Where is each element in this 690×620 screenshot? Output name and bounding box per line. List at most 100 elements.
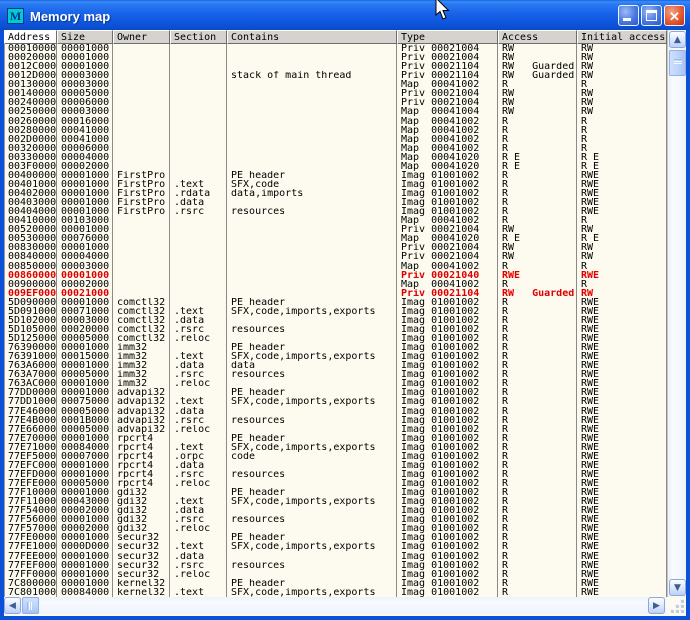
cell-initial: RWE xyxy=(578,325,667,334)
column-header-type[interactable]: Type xyxy=(397,30,498,44)
table-row[interactable]: 77E4B0000001B000advapi32.rsrcresourcesIm… xyxy=(5,416,667,425)
column-header-contains[interactable]: Contains xyxy=(227,30,397,44)
table-row[interactable]: 0040000000001000FirstProPE headerImag 01… xyxy=(5,171,667,180)
cell-address: 77E4B000 xyxy=(5,416,58,425)
maximize-button[interactable] xyxy=(641,5,662,26)
close-button[interactable]: ✕ xyxy=(664,5,685,26)
table-row[interactable]: 002D000000041000Map 00041002RR xyxy=(5,135,667,144)
table-row[interactable]: 77FEF00000001000secur32.rsrcresourcesIma… xyxy=(5,561,667,570)
table-row[interactable]: 5D10200000003000comctl32.dataImag 010010… xyxy=(5,316,667,325)
table-row[interactable]: 003F000000002000Map 00041020R ER E xyxy=(5,162,667,171)
memory-map-table[interactable]: 0001000000001000Priv 00021004RWRW0002000… xyxy=(4,44,667,597)
minimize-icon xyxy=(623,18,631,21)
table-row[interactable]: 77FE000000001000secur32PE headerImag 010… xyxy=(5,533,667,542)
cell-section xyxy=(171,298,228,307)
column-header-owner[interactable]: Owner xyxy=(113,30,170,44)
table-row[interactable]: 5D09100000071000comctl32.textSFX,code,im… xyxy=(5,307,667,316)
table-row[interactable]: 77EFD00000001000rpcrt4.rsrcresourcesImag… xyxy=(5,470,667,479)
cell-initial: RW xyxy=(578,98,667,107)
cell-initial: RWE xyxy=(578,334,667,343)
minimize-button[interactable] xyxy=(618,5,639,26)
table-row[interactable]: 0014000000005000Priv 00021004RWRW xyxy=(5,89,667,98)
table-row[interactable]: 0025000000003000Map 00041004RWRW xyxy=(5,107,667,116)
table-row[interactable]: 77EFC00000001000rpcrt4.dataImag 01001002… xyxy=(5,461,667,470)
table-row[interactable]: 0026000000016000Map 00041002RR xyxy=(5,117,667,126)
table-row[interactable]: 77F5600000001000gdi32.rsrcresourcesImag … xyxy=(5,515,667,524)
table-row[interactable]: 0041000000103000Map 00041002RR xyxy=(5,216,667,225)
table-row[interactable]: 009EF00000021000Priv 00021104RW GuardedR… xyxy=(5,289,667,298)
table-row[interactable]: 5D12500000005000comctl32.relocImag 01001… xyxy=(5,334,667,343)
table-row[interactable]: 77F1000000001000gdi32PE headerImag 01001… xyxy=(5,488,667,497)
table-row[interactable]: 0084000000004000Priv 00021004RWRW xyxy=(5,252,667,261)
cell-contains xyxy=(228,98,398,107)
table-row[interactable]: 77E6600000005000advapi32.relocImag 01001… xyxy=(5,425,667,434)
table-row[interactable]: 7C80000000001000kernel32PE headerImag 01… xyxy=(5,579,667,588)
vertical-scroll-thumb[interactable] xyxy=(669,50,686,76)
cell-initial: RWE xyxy=(578,524,667,533)
table-row[interactable]: 0002000000001000Priv 00021004RWRW xyxy=(5,53,667,62)
table-row[interactable]: 0040300000001000FirstPro.dataImag 010010… xyxy=(5,198,667,207)
titlebar[interactable]: M Memory map ✕ xyxy=(0,0,690,30)
table-row[interactable]: 0033000000004000Map 00041020R ER E xyxy=(5,153,667,162)
cell-address: 5D102000 xyxy=(5,316,58,325)
table-row[interactable]: 77DD100000075000advapi32.textSFX,code,im… xyxy=(5,397,667,406)
scroll-down-button[interactable]: ▼ xyxy=(669,579,686,596)
table-row[interactable]: 0085000000003000Map 00041002RR xyxy=(5,262,667,271)
table-row[interactable]: 7639000000001000imm32PE headerImag 01001… xyxy=(5,343,667,352)
table-row[interactable]: 7639100000015000imm32.textSFX,code,impor… xyxy=(5,352,667,361)
cell-contains: SFX,code,imports,exports xyxy=(228,352,398,361)
column-header-section[interactable]: Section xyxy=(170,30,227,44)
table-row[interactable]: 77DD000000001000advapi32PE headerImag 01… xyxy=(5,388,667,397)
table-row[interactable]: 763A700000005000imm32.rsrcresourcesImag … xyxy=(5,370,667,379)
table-row[interactable]: 0083000000001000Priv 00021004RWRW xyxy=(5,243,667,252)
table-row[interactable]: 0040200000001000FirstPro.rdatadata,impor… xyxy=(5,189,667,198)
scroll-up-button[interactable]: ▲ xyxy=(669,31,686,48)
table-row[interactable]: 0040100000001000FirstPro.textSFX,codeIma… xyxy=(5,180,667,189)
table-row[interactable]: 0013000000003000Map 00041002RR xyxy=(5,80,667,89)
column-header-address[interactable]: Address xyxy=(4,30,57,44)
cell-initial: RWE xyxy=(578,425,667,434)
column-header-access[interactable]: Access xyxy=(498,30,577,44)
table-row[interactable]: 0040400000001000FirstPro.rsrcresourcesIm… xyxy=(5,207,667,216)
table-row[interactable]: 77EF500000007000rpcrt4.orpccodeImag 0100… xyxy=(5,452,667,461)
vertical-scrollbar[interactable]: ▲ ▼ xyxy=(667,30,686,597)
cell-address: 77FEE000 xyxy=(5,552,58,561)
table-row[interactable]: 0032000000006000Map 00041002RR xyxy=(5,144,667,153)
cell-address: 00140000 xyxy=(5,89,58,98)
scroll-left-button[interactable]: ◀ xyxy=(4,597,21,614)
table-row[interactable]: 763AC00000001000imm32.relocImag 01001002… xyxy=(5,379,667,388)
table-row[interactable]: 77FF000000001000secur32.relocImag 010010… xyxy=(5,570,667,579)
table-row[interactable]: 0028000000041000Map 00041002RR xyxy=(5,126,667,135)
horizontal-scrollbar[interactable]: ◀ ▶ xyxy=(4,597,667,614)
horizontal-scroll-thumb[interactable] xyxy=(22,597,39,614)
table-row[interactable]: 0001000000001000Priv 00021004RWRW xyxy=(5,44,667,53)
scroll-right-button[interactable]: ▶ xyxy=(648,597,665,614)
table-row[interactable]: 0024000000006000Priv 00021004RWRW xyxy=(5,98,667,107)
cell-owner: imm32 xyxy=(114,370,171,379)
table-row[interactable]: 77FEE00000001000secur32.dataImag 0100100… xyxy=(5,552,667,561)
table-row[interactable]: 0086000000001000Priv 00021040RWERWE xyxy=(5,271,667,280)
column-header-initial-access[interactable]: Initial access xyxy=(577,30,667,44)
table-row[interactable]: 77F5400000002000gdi32.dataImag 01001002R… xyxy=(5,506,667,515)
resize-grip-icon[interactable] xyxy=(669,598,684,613)
table-row[interactable]: 0090000000002000Map 00041002RR xyxy=(5,280,667,289)
table-row[interactable]: 77EFE00000005000rpcrt4.relocImag 0100100… xyxy=(5,479,667,488)
table-row[interactable]: 77E7000000001000rpcrt4PE headerImag 0100… xyxy=(5,434,667,443)
cell-size: 00005000 xyxy=(58,89,114,98)
table-row[interactable]: 5D09000000001000comctl32PE headerImag 01… xyxy=(5,298,667,307)
cell-size: 00003000 xyxy=(58,262,114,271)
column-header-size[interactable]: Size xyxy=(57,30,113,44)
table-row[interactable]: 7C80100000084000kernel32.textSFX,code,im… xyxy=(5,588,667,597)
table-row[interactable]: 77F5700000002000gdi32.relocImag 01001002… xyxy=(5,524,667,533)
table-row[interactable]: 77F1100000043000gdi32.textSFX,code,impor… xyxy=(5,497,667,506)
table-row[interactable]: 77E7100000084000rpcrt4.textSFX,code,impo… xyxy=(5,443,667,452)
table-row[interactable]: 5D10500000020000comctl32.rsrcresourcesIm… xyxy=(5,325,667,334)
table-row[interactable]: 0053000000076000Map 00041020R ER E xyxy=(5,234,667,243)
table-row[interactable]: 763A600000001000imm32.datadataImag 01001… xyxy=(5,361,667,370)
table-row[interactable]: 0012D00000003000stack of main threadPriv… xyxy=(5,71,667,80)
table-row[interactable]: 77E4600000005000advapi32.dataImag 010010… xyxy=(5,407,667,416)
table-row[interactable]: 0052000000001000Priv 00021004RWRW xyxy=(5,225,667,234)
table-row[interactable]: 0012C00000001000Priv 00021104RW GuardedR… xyxy=(5,62,667,71)
table-row[interactable]: 77FE10000000D000secur32.textSFX,code,imp… xyxy=(5,542,667,551)
cell-initial: RW xyxy=(578,62,667,71)
